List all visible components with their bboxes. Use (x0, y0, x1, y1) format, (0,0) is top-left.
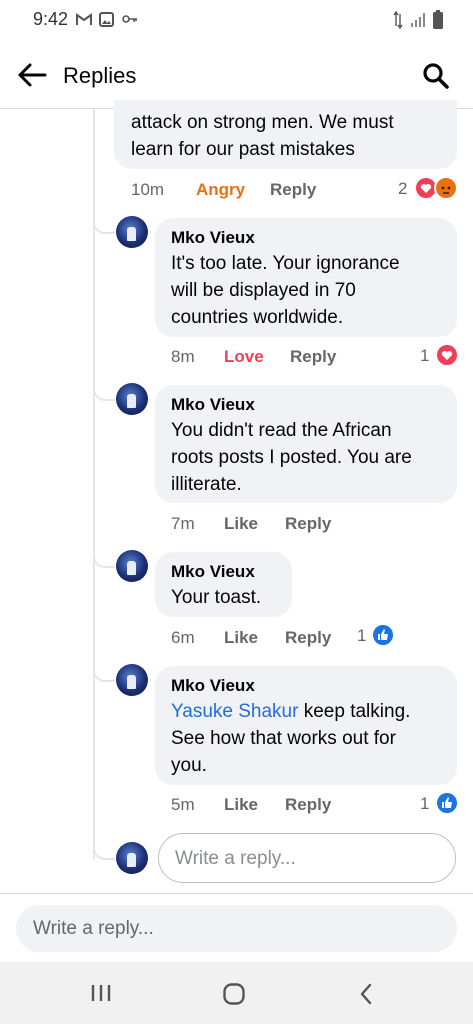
gallery-icon (99, 12, 114, 27)
reply-button[interactable]: Reply (285, 514, 331, 534)
like-reaction-icon (371, 623, 395, 647)
my-avatar (116, 842, 148, 874)
reply-button[interactable]: Reply (290, 347, 336, 367)
like-button[interactable]: Like (224, 514, 258, 534)
reply-text-line: illiterate. (171, 474, 242, 495)
angry-reaction-icon (434, 176, 458, 200)
parent-angry-reaction-button[interactable]: Angry (196, 180, 245, 200)
status-bar: 9:42 (0, 0, 473, 40)
avatar[interactable] (116, 383, 148, 415)
back-nav-icon[interactable] (358, 982, 374, 1006)
love-reaction-icon (435, 343, 459, 367)
reaction-count[interactable]: 1 (357, 626, 366, 646)
reply-text-line: Your toast. (171, 587, 262, 608)
reply-text-line: It's too late. Your ignorance (171, 253, 400, 274)
thread-branch (93, 218, 115, 234)
thread-branch (93, 552, 115, 568)
reply-text-line: roots posts I posted. You are (171, 447, 412, 468)
parent-reply-button[interactable]: Reply (270, 180, 316, 200)
avatar[interactable] (116, 664, 148, 696)
home-icon[interactable] (222, 982, 246, 1006)
thread-branch (93, 385, 115, 401)
battery-icon (433, 10, 443, 29)
data-transfer-icon (393, 11, 403, 29)
thread-branch (93, 844, 115, 860)
reply-time: 8m (171, 347, 195, 366)
inline-reply-placeholder: Write a reply... (175, 848, 296, 869)
parent-reaction-count[interactable]: 2 (398, 179, 407, 199)
gmail-icon (76, 13, 92, 25)
reply-button[interactable]: Reply (285, 795, 331, 815)
signal-icon (411, 13, 425, 27)
page-title: Replies (63, 63, 137, 88)
bottom-reply-placeholder: Write a reply... (33, 918, 154, 939)
parent-comment-line: learn for our past mistakes (131, 139, 355, 160)
reply-author[interactable]: Mko Vieux (171, 228, 255, 248)
reply-text-line: you. (171, 755, 207, 776)
like-reaction-icon (435, 791, 459, 815)
mention-link[interactable]: Yasuke Shakur (171, 701, 298, 722)
like-button[interactable]: Like (224, 628, 258, 648)
search-icon[interactable] (422, 62, 450, 90)
divider (0, 893, 473, 894)
reply-button[interactable]: Reply (285, 628, 331, 648)
reply-text-line: See how that works out for (171, 728, 396, 749)
parent-comment-line: attack on strong men. We must (131, 112, 394, 133)
parent-comment-time: 10m (131, 180, 165, 199)
like-button[interactable]: Like (224, 795, 258, 815)
reply-text-line: countries worldwide. (171, 307, 344, 328)
love-reaction-button[interactable]: Love (224, 347, 264, 367)
back-arrow-icon[interactable] (16, 62, 48, 88)
reply-text-rest: keep talking. (298, 701, 411, 722)
reply-text-line: will be displayed in 70 (171, 280, 356, 301)
avatar[interactable] (116, 216, 148, 248)
reply-author[interactable]: Mko Vieux (171, 676, 255, 696)
reaction-count[interactable]: 1 (420, 346, 429, 366)
status-time: 9:42 (33, 9, 69, 29)
reply-text-line: Yasuke Shakur keep talking. (171, 698, 410, 725)
reply-author[interactable]: Mko Vieux (171, 562, 255, 582)
reply-time: 7m (171, 514, 195, 533)
reply-text-line: You didn't read the African (171, 420, 392, 441)
reply-author[interactable]: Mko Vieux (171, 395, 255, 415)
key-icon (122, 15, 137, 23)
avatar[interactable] (116, 550, 148, 582)
reaction-count[interactable]: 1 (420, 794, 429, 814)
reply-time: 6m (171, 628, 195, 647)
reply-time: 5m (171, 795, 195, 814)
recent-apps-icon[interactable] (90, 983, 112, 1003)
thread-branch (93, 666, 115, 682)
